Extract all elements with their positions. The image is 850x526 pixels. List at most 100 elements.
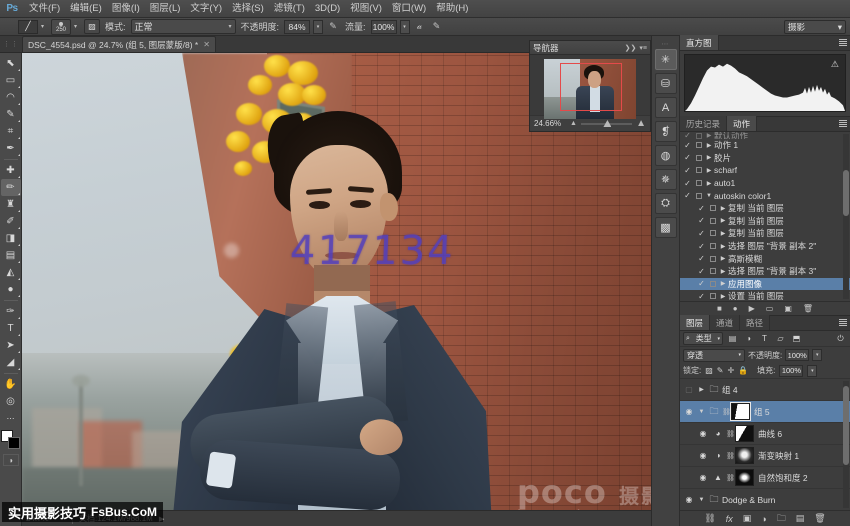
action-dialog-toggle[interactable] — [707, 205, 718, 211]
action-row[interactable]: ✓ ▶ 选择 图层 "背景 副本 3" — [680, 265, 850, 278]
flow-value[interactable]: 100% — [371, 20, 397, 34]
panel-menu-icon[interactable]: ▾≡ — [639, 44, 647, 52]
eraser-tool[interactable]: ◨ — [1, 230, 21, 247]
dodge-tool[interactable]: ● — [1, 281, 21, 298]
airbrush-icon[interactable]: 𝒶 — [413, 20, 427, 34]
background-color-swatch[interactable] — [8, 437, 20, 449]
character-panel-icon[interactable]: A — [655, 97, 677, 118]
layer-fill-value[interactable]: 100% — [779, 365, 803, 377]
paragraph-panel-icon[interactable]: ❡ — [655, 121, 677, 142]
action-dialog-toggle[interactable] — [693, 193, 704, 199]
actions-scrollbar[interactable] — [843, 134, 849, 299]
blur-tool[interactable]: ◭ — [1, 264, 21, 281]
chevron-right-icon[interactable]: ▶ — [704, 132, 714, 139]
layer-fill-stepper[interactable]: ▾ — [807, 365, 817, 377]
layer-name[interactable]: 自然饱和度 2 — [758, 472, 808, 484]
layer-name[interactable]: 渐变映射 1 — [758, 450, 799, 462]
delete-layer-icon[interactable]: 🗑 — [814, 513, 825, 524]
adjustment-icon[interactable]: ◑ — [761, 514, 766, 524]
action-dialog-toggle[interactable] — [707, 268, 718, 274]
navigator-viewport-rect[interactable] — [560, 63, 622, 111]
workspace-switcher[interactable]: 摄影 ▾ — [784, 20, 846, 34]
layer-mask-thumbnail[interactable] — [731, 403, 750, 420]
menu-type[interactable]: 文字(Y) — [185, 0, 227, 17]
layer-name[interactable]: Dodge & Burn — [722, 495, 775, 505]
layer-visibility-icon[interactable]: ▢ — [682, 385, 696, 394]
navigator-header-buttons[interactable]: ❯❯ ▾≡ — [625, 44, 647, 52]
tab-bar-gripper[interactable]: ⋮⋮ — [0, 35, 22, 52]
type-tool[interactable]: T — [1, 320, 21, 337]
tab-history[interactable]: 历史记录 — [680, 116, 727, 131]
action-toggle-icon[interactable]: ✓ — [682, 141, 693, 150]
layer-row-selected[interactable]: ◉ ▼ 🗀 ⛓ 组 5 — [680, 401, 850, 423]
action-toggle-icon[interactable]: ✓ — [682, 132, 693, 139]
chevron-right-icon[interactable]: ▶ — [718, 230, 728, 237]
layer-row[interactable]: ◉ ▼ 🗀 Dodge & Burn — [680, 489, 850, 510]
action-dialog-toggle[interactable] — [707, 256, 718, 262]
action-dialog-toggle[interactable] — [693, 180, 704, 186]
play-icon[interactable]: ▶ — [749, 304, 755, 313]
navigator-body[interactable] — [530, 55, 650, 115]
properties-panel-icon[interactable]: ⛭ — [655, 193, 677, 214]
move-tool[interactable]: ⬉ — [1, 55, 21, 72]
menu-select[interactable]: 选择(S) — [227, 0, 269, 17]
panel-menu-icon[interactable] — [839, 319, 847, 326]
blend-mode-select[interactable]: 正常 ▾ — [131, 19, 236, 34]
action-toggle-icon[interactable]: ✓ — [682, 153, 693, 162]
smartobject-filter-icon[interactable]: ⬒ — [790, 332, 803, 345]
filter-power-icon[interactable]: ⏻ — [834, 332, 847, 345]
layer-visibility-icon[interactable]: ◉ — [682, 407, 696, 416]
document-tab[interactable]: DSC_4554.psd @ 24.7% (组 5, 图层蒙版/8) * ✕ — [22, 36, 216, 52]
layer-row[interactable]: ▢ ▶ 🗀 组 4 — [680, 379, 850, 401]
brush-size-caret-icon[interactable]: ▾ — [74, 20, 81, 34]
path-selection-tool[interactable]: ➤ — [1, 337, 21, 354]
shape-tool[interactable]: ◢ — [1, 354, 21, 371]
brush-panel-toggle-icon[interactable]: ▨ — [84, 19, 100, 34]
action-dialog-toggle[interactable] — [693, 133, 704, 139]
action-row[interactable]: ✓ ▶ 复制 当前 图层 — [680, 215, 850, 228]
new-group-icon[interactable]: 🗀 — [777, 511, 786, 526]
menu-window[interactable]: 窗口(W) — [387, 0, 431, 17]
action-toggle-icon[interactable]: ✓ — [682, 191, 693, 200]
pixel-filter-icon[interactable]: ▤ — [726, 332, 739, 345]
action-row-selected[interactable]: ✓ ▶ 应用图像 — [680, 278, 850, 291]
info-panel-icon[interactable]: ▩ — [655, 217, 677, 238]
chevron-right-icon[interactable]: ▶ — [718, 217, 728, 224]
collapse-icon[interactable]: ❯❯ — [625, 44, 637, 52]
chevron-right-icon[interactable]: ▶ — [718, 268, 728, 275]
layer-opacity-value[interactable]: 100% — [785, 349, 809, 361]
opacity-pressure-icon[interactable]: ✎ — [326, 20, 340, 34]
action-toggle-icon[interactable]: ✓ — [696, 229, 707, 238]
action-row[interactable]: ✓ ▼ autoskin color1 — [680, 189, 850, 202]
menu-file[interactable]: 文件(F) — [24, 0, 65, 17]
mask-icon[interactable]: ▣ — [743, 513, 752, 524]
action-toggle-icon[interactable]: ✓ — [682, 166, 693, 175]
tab-actions[interactable]: 动作 — [727, 116, 757, 131]
delete-icon[interactable]: 🗑 — [803, 304, 813, 313]
tab-histogram[interactable]: 直方图 — [680, 35, 719, 50]
action-dialog-toggle[interactable] — [707, 293, 718, 299]
brush-preview-caret-icon[interactable]: ▾ — [41, 20, 48, 34]
mask-link-icon[interactable]: ⛓ — [726, 474, 734, 482]
chevron-right-icon[interactable]: ▶ — [704, 167, 714, 174]
action-dialog-toggle[interactable] — [693, 155, 704, 161]
layer-name[interactable]: 曲线 6 — [758, 428, 782, 440]
layer-visibility-icon[interactable]: ◉ — [696, 473, 710, 482]
menu-edit[interactable]: 编辑(E) — [65, 0, 107, 17]
layer-visibility-icon[interactable]: ◉ — [696, 429, 710, 438]
action-row[interactable]: ✓ ▶ 设置 当前 图层 — [680, 290, 850, 301]
crop-tool[interactable]: ⌗ — [1, 123, 21, 140]
lock-all-icon[interactable]: 🔒 — [738, 366, 748, 375]
color-panel-icon[interactable]: ◍ — [655, 145, 677, 166]
layer-visibility-icon[interactable]: ◉ — [682, 495, 696, 504]
new-action-icon[interactable]: ▣ — [784, 304, 792, 313]
chevron-right-icon[interactable]: ▶ — [718, 293, 728, 300]
layer-row[interactable]: ◉ ▲ ⛓ 自然饱和度 2 — [680, 467, 850, 489]
tab-layers[interactable]: 图层 — [680, 315, 710, 330]
gradient-tool[interactable]: ▤ — [1, 247, 21, 264]
brush-tool[interactable]: ✏ — [1, 179, 21, 196]
lasso-tool[interactable]: ◠ — [1, 89, 21, 106]
layer-visibility-icon[interactable]: ◉ — [696, 451, 710, 460]
edit-toolbar-icon[interactable]: ⋯ — [1, 410, 21, 427]
action-toggle-icon[interactable]: ✓ — [696, 242, 707, 251]
